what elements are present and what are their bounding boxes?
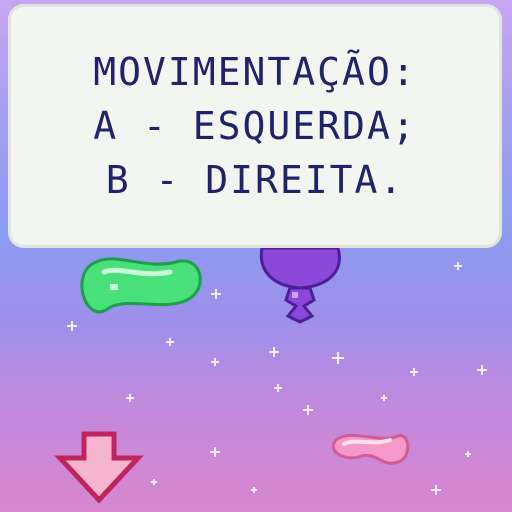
sparkle [477,365,487,375]
sparkle [251,487,257,493]
sparkle [454,262,462,270]
down-arrow-icon [54,431,144,504]
sparkle [151,479,157,485]
sparkle [431,485,441,495]
sparkle [166,338,174,346]
dialog-line-right: B - DIREITA. [105,158,405,202]
jelly-bean-pink [332,433,410,465]
sparkle [465,451,471,457]
balloon-purple [259,246,341,324]
sparkle [211,358,219,366]
sparkle [303,405,313,415]
sparkle [126,394,134,402]
sparkle [211,289,221,299]
sparkle [410,368,418,376]
sparkle [67,321,77,331]
sparkle [274,384,282,392]
dialog-box: MOVIMENTAÇÃO: A - ESQUERDA; B - DIREITA. [8,4,502,248]
dialog-line-left: A - ESQUERDA; [93,104,417,148]
sparkle [332,352,344,364]
jelly-bean-green [80,257,202,314]
dialog-line-movement: MOVIMENTAÇÃO: [93,50,417,94]
sparkle [381,395,387,401]
sparkle [210,447,220,457]
sparkle [269,347,279,357]
